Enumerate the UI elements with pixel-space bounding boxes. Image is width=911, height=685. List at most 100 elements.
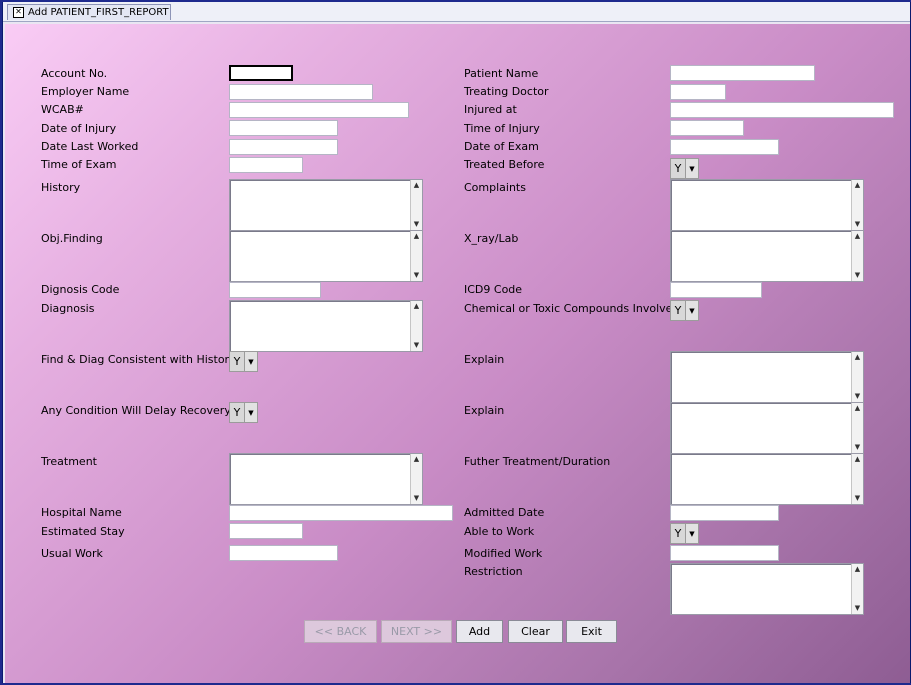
exit-button[interactable]: Exit xyxy=(566,620,617,643)
estimated-stay-field[interactable] xyxy=(229,523,303,539)
scroll-up-icon[interactable]: ▲ xyxy=(852,352,863,363)
scrollbar[interactable]: ▲ ▼ xyxy=(851,180,863,230)
admitted-date-field[interactable] xyxy=(670,505,779,521)
label-explain-1: Explain xyxy=(464,353,505,366)
scroll-up-icon[interactable]: ▲ xyxy=(411,454,422,465)
scrollbar[interactable]: ▲ ▼ xyxy=(851,564,863,614)
label-admitted-date: Admitted Date xyxy=(464,506,545,519)
date-of-injury-field[interactable] xyxy=(229,120,338,136)
scrollbar[interactable]: ▲ ▼ xyxy=(410,180,422,230)
selected-value: Y xyxy=(674,527,682,540)
scroll-up-icon[interactable]: ▲ xyxy=(852,231,863,242)
scroll-down-icon[interactable]: ▼ xyxy=(411,340,422,351)
app-window: ✕ Add PATIENT_FIRST_REPORT Account No. E… xyxy=(2,2,911,683)
scroll-up-icon[interactable]: ▲ xyxy=(852,454,863,465)
treated-before-select[interactable]: Y ▼ xyxy=(670,158,699,179)
obj-finding-textarea[interactable]: ▲ ▼ xyxy=(229,230,423,282)
scroll-up-icon[interactable]: ▲ xyxy=(852,180,863,191)
able-to-work-select[interactable]: Y ▼ xyxy=(670,523,699,544)
scrollbar[interactable]: ▲ ▼ xyxy=(851,454,863,504)
injured-at-field[interactable] xyxy=(670,102,894,118)
diagnosis-textarea[interactable]: ▲ ▼ xyxy=(229,300,423,352)
selected-value: Y xyxy=(233,355,241,368)
scroll-down-icon[interactable]: ▼ xyxy=(411,219,422,230)
explain-1-textarea[interactable]: ▲ ▼ xyxy=(670,351,864,403)
date-of-exam-field[interactable] xyxy=(670,139,779,155)
employer-name-field[interactable] xyxy=(229,84,373,100)
scrollbar[interactable]: ▲ ▼ xyxy=(410,454,422,504)
chevron-down-icon[interactable]: ▼ xyxy=(685,301,698,320)
further-treatment-textarea[interactable]: ▲ ▼ xyxy=(670,453,864,505)
chevron-down-icon[interactable]: ▼ xyxy=(244,403,257,422)
treating-doctor-field[interactable] xyxy=(670,84,726,100)
label-estimated-stay: Estimated Stay xyxy=(41,525,125,538)
scroll-up-icon[interactable]: ▲ xyxy=(852,403,863,414)
add-button[interactable]: Add xyxy=(456,620,503,643)
scroll-down-icon[interactable]: ▼ xyxy=(411,493,422,504)
label-restriction: Restriction xyxy=(464,565,523,578)
label-find-diag: Find & Diag Consistent with History xyxy=(41,353,236,366)
scroll-down-icon[interactable]: ▼ xyxy=(852,219,863,230)
scrollbar[interactable]: ▲ ▼ xyxy=(410,231,422,281)
scroll-up-icon[interactable]: ▲ xyxy=(852,564,863,575)
label-able-to-work: Able to Work xyxy=(464,525,535,538)
label-icd9-code: ICD9 Code xyxy=(464,283,523,296)
label-date-of-exam: Date of Exam xyxy=(464,140,539,153)
close-icon[interactable]: ✕ xyxy=(13,7,24,18)
restriction-textarea[interactable]: ▲ ▼ xyxy=(670,563,864,615)
treatment-textarea[interactable]: ▲ ▼ xyxy=(229,453,423,505)
scroll-down-icon[interactable]: ▼ xyxy=(852,442,863,453)
label-dignosis-code: Dignosis Code xyxy=(41,283,120,296)
complaints-textarea[interactable]: ▲ ▼ xyxy=(670,179,864,231)
back-button[interactable]: << BACK xyxy=(304,620,377,643)
tab-add-patient-first-report[interactable]: ✕ Add PATIENT_FIRST_REPORT xyxy=(7,4,171,20)
label-chemical: Chemical or Toxic Compounds Involved xyxy=(464,302,680,315)
modified-work-field[interactable] xyxy=(670,545,779,561)
scroll-down-icon[interactable]: ▼ xyxy=(852,603,863,614)
scroll-up-icon[interactable]: ▲ xyxy=(411,231,422,242)
label-usual-work: Usual Work xyxy=(41,547,103,560)
find-diag-select[interactable]: Y ▼ xyxy=(229,351,258,372)
tab-strip: ✕ Add PATIENT_FIRST_REPORT xyxy=(3,2,910,22)
dignosis-code-field[interactable] xyxy=(229,282,321,298)
label-hospital-name: Hospital Name xyxy=(41,506,122,519)
scroll-up-icon[interactable]: ▲ xyxy=(411,301,422,312)
label-obj-finding: Obj.Finding xyxy=(41,232,103,245)
usual-work-field[interactable] xyxy=(229,545,338,561)
patient-name-field[interactable] xyxy=(670,65,815,81)
label-treatment: Treatment xyxy=(41,455,97,468)
chemical-select[interactable]: Y ▼ xyxy=(670,300,699,321)
chevron-down-icon[interactable]: ▼ xyxy=(685,524,698,543)
wcab-field[interactable] xyxy=(229,102,409,118)
time-of-injury-field[interactable] xyxy=(670,120,744,136)
label-account-no: Account No. xyxy=(41,67,108,80)
date-last-worked-field[interactable] xyxy=(229,139,338,155)
explain-2-textarea[interactable]: ▲ ▼ xyxy=(670,402,864,454)
clear-button[interactable]: Clear xyxy=(508,620,563,643)
xray-lab-textarea[interactable]: ▲ ▼ xyxy=(670,230,864,282)
account-no-field[interactable] xyxy=(229,65,293,81)
scroll-down-icon[interactable]: ▼ xyxy=(852,493,863,504)
hospital-name-field[interactable] xyxy=(229,505,453,521)
scroll-down-icon[interactable]: ▼ xyxy=(852,270,863,281)
label-patient-name: Patient Name xyxy=(464,67,539,80)
scroll-down-icon[interactable]: ▼ xyxy=(852,391,863,402)
selected-value: Y xyxy=(674,162,682,175)
scrollbar[interactable]: ▲ ▼ xyxy=(851,352,863,402)
scrollbar[interactable]: ▲ ▼ xyxy=(851,231,863,281)
scrollbar[interactable]: ▲ ▼ xyxy=(851,403,863,453)
chevron-down-icon[interactable]: ▼ xyxy=(685,159,698,178)
time-of-exam-field[interactable] xyxy=(229,157,303,173)
next-button[interactable]: NEXT >> xyxy=(381,620,452,643)
history-textarea[interactable]: ▲ ▼ xyxy=(229,179,423,231)
label-modified-work: Modified Work xyxy=(464,547,543,560)
scroll-down-icon[interactable]: ▼ xyxy=(411,270,422,281)
label-treating-doctor: Treating Doctor xyxy=(464,85,549,98)
icd9-code-field[interactable] xyxy=(670,282,762,298)
delay-recovery-select[interactable]: Y ▼ xyxy=(229,402,258,423)
label-xray-lab: X_ray/Lab xyxy=(464,232,519,245)
chevron-down-icon[interactable]: ▼ xyxy=(244,352,257,371)
scroll-up-icon[interactable]: ▲ xyxy=(411,180,422,191)
label-further-treatment: Futher Treatment/Duration xyxy=(464,455,611,468)
scrollbar[interactable]: ▲ ▼ xyxy=(410,301,422,351)
